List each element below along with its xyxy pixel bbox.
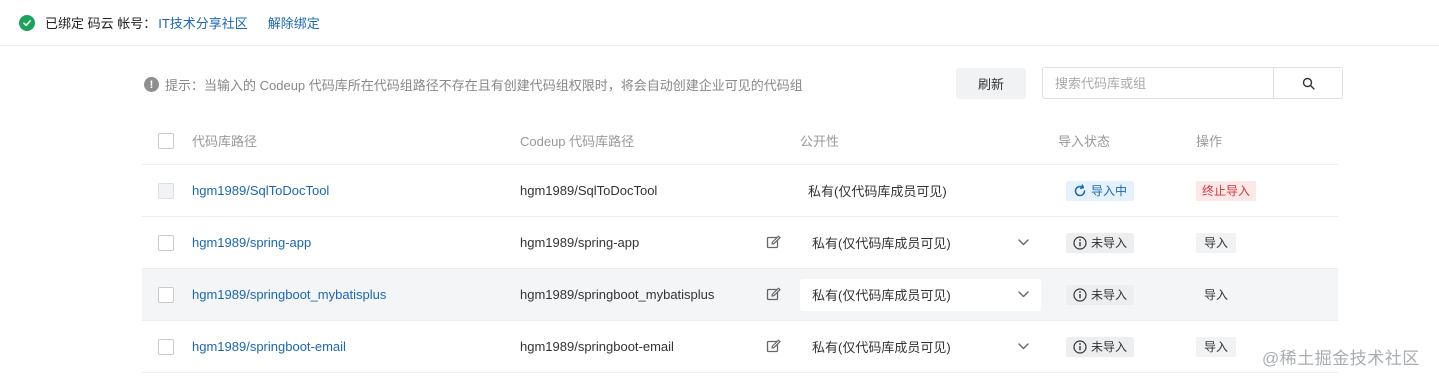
col-action: 操作	[1196, 134, 1223, 149]
codeup-path: hgm1989/SqlToDocTool	[520, 183, 658, 198]
unbind-link[interactable]: 解除绑定	[268, 13, 320, 32]
info-circle-icon	[1073, 235, 1087, 250]
edit-icon[interactable]	[766, 235, 781, 250]
status-label: 未导入	[1091, 340, 1128, 354]
status-badge: 未导入	[1066, 336, 1135, 357]
stop-import-button[interactable]: 终止导入	[1196, 180, 1257, 201]
chevron-down-icon	[1018, 343, 1029, 350]
col-status: 导入状态	[1058, 134, 1111, 149]
visibility-value: 私有(仅代码库成员可见)	[812, 288, 951, 303]
col-visibility: 公开性	[800, 134, 840, 149]
visibility-value: 私有(仅代码库成员可见)	[812, 236, 951, 251]
search-icon	[1302, 77, 1315, 90]
import-button[interactable]: 导入	[1196, 336, 1237, 357]
status-label: 导入中	[1091, 184, 1128, 198]
repo-link[interactable]: hgm1989/spring-app	[192, 235, 311, 250]
edit-icon[interactable]	[766, 339, 781, 354]
binding-bar: 已绑定 码云 帐号： IT技术分享社区 解除绑定	[0, 0, 1439, 46]
bound-account-name[interactable]: IT技术分享社区	[158, 13, 248, 32]
select-all-cell	[158, 117, 174, 164]
table-row: hgm1989/SqlToDocTool hgm1989/SqlToDocToo…	[142, 165, 1338, 217]
visibility-select[interactable]: 私有(仅代码库成员可见)	[800, 227, 1041, 259]
repo-table: 代码库路径 Codeup 代码库路径 公开性 导入状态 操作 hgm1989/S…	[142, 117, 1338, 373]
visibility-select[interactable]: 私有(仅代码库成员可见)	[800, 278, 1041, 311]
col-codeup-path: Codeup 代码库路径	[520, 134, 635, 149]
search-input[interactable]	[1043, 68, 1273, 98]
row-checkbox	[158, 182, 174, 199]
hint-text: 提示：当输入的 Codeup 代码库所在代码组路径不存在且有创建代码组权限时，将…	[165, 78, 803, 93]
visibility-value: 私有(仅代码库成员可见)	[812, 340, 951, 355]
watermark: @稀土掘金技术社区	[1262, 349, 1420, 368]
info-circle-icon	[1073, 339, 1087, 354]
codeup-path: hgm1989/springboot-email	[520, 339, 674, 354]
info-icon: !	[144, 77, 159, 92]
row-checkbox[interactable]	[158, 286, 174, 303]
table-row: hgm1989/springboot-email hgm1989/springb…	[142, 321, 1338, 373]
status-badge: 未导入	[1066, 232, 1135, 253]
repo-link[interactable]: hgm1989/springboot-email	[192, 339, 346, 354]
col-repo-path: 代码库路径	[192, 134, 258, 149]
import-hint: ! 提示：当输入的 Codeup 代码库所在代码组路径不存在且有创建代码组权限时…	[144, 75, 803, 94]
codeup-path: hgm1989/springboot_mybatisplus	[520, 287, 715, 302]
import-button[interactable]: 导入	[1196, 285, 1236, 305]
table-header: 代码库路径 Codeup 代码库路径 公开性 导入状态 操作	[142, 117, 1338, 165]
table-row: hgm1989/spring-app hgm1989/spring-app 私有…	[142, 217, 1338, 269]
import-button[interactable]: 导入	[1196, 232, 1237, 253]
codeup-path: hgm1989/spring-app	[520, 235, 640, 250]
select-all-checkbox[interactable]	[158, 132, 174, 149]
chevron-down-icon	[1018, 291, 1029, 298]
refresh-icon	[1074, 183, 1086, 196]
visibility-select[interactable]: 私有(仅代码库成员可见)	[800, 331, 1041, 363]
visibility-text: 私有(仅代码库成员可见)	[808, 184, 947, 199]
status-label: 未导入	[1091, 288, 1128, 302]
row-checkbox[interactable]	[158, 234, 174, 251]
search-box	[1042, 67, 1343, 99]
refresh-button[interactable]: 刷新	[956, 68, 1026, 99]
repo-link[interactable]: hgm1989/springboot_mybatisplus	[192, 287, 386, 302]
repo-link[interactable]: hgm1989/SqlToDocTool	[192, 183, 329, 198]
chevron-down-icon	[1018, 239, 1029, 246]
row-checkbox[interactable]	[158, 338, 174, 355]
check-circle-icon	[19, 14, 35, 31]
edit-icon[interactable]	[766, 287, 781, 302]
binding-status-text: 已绑定 码云 帐号：	[45, 16, 157, 31]
search-button[interactable]	[1273, 68, 1342, 98]
status-badge: 未导入	[1066, 284, 1135, 305]
status-badge: 导入中	[1066, 180, 1135, 201]
status-label: 未导入	[1091, 236, 1128, 250]
info-circle-icon	[1073, 287, 1087, 302]
table-row: hgm1989/springboot_mybatisplus hgm1989/s…	[142, 269, 1338, 321]
